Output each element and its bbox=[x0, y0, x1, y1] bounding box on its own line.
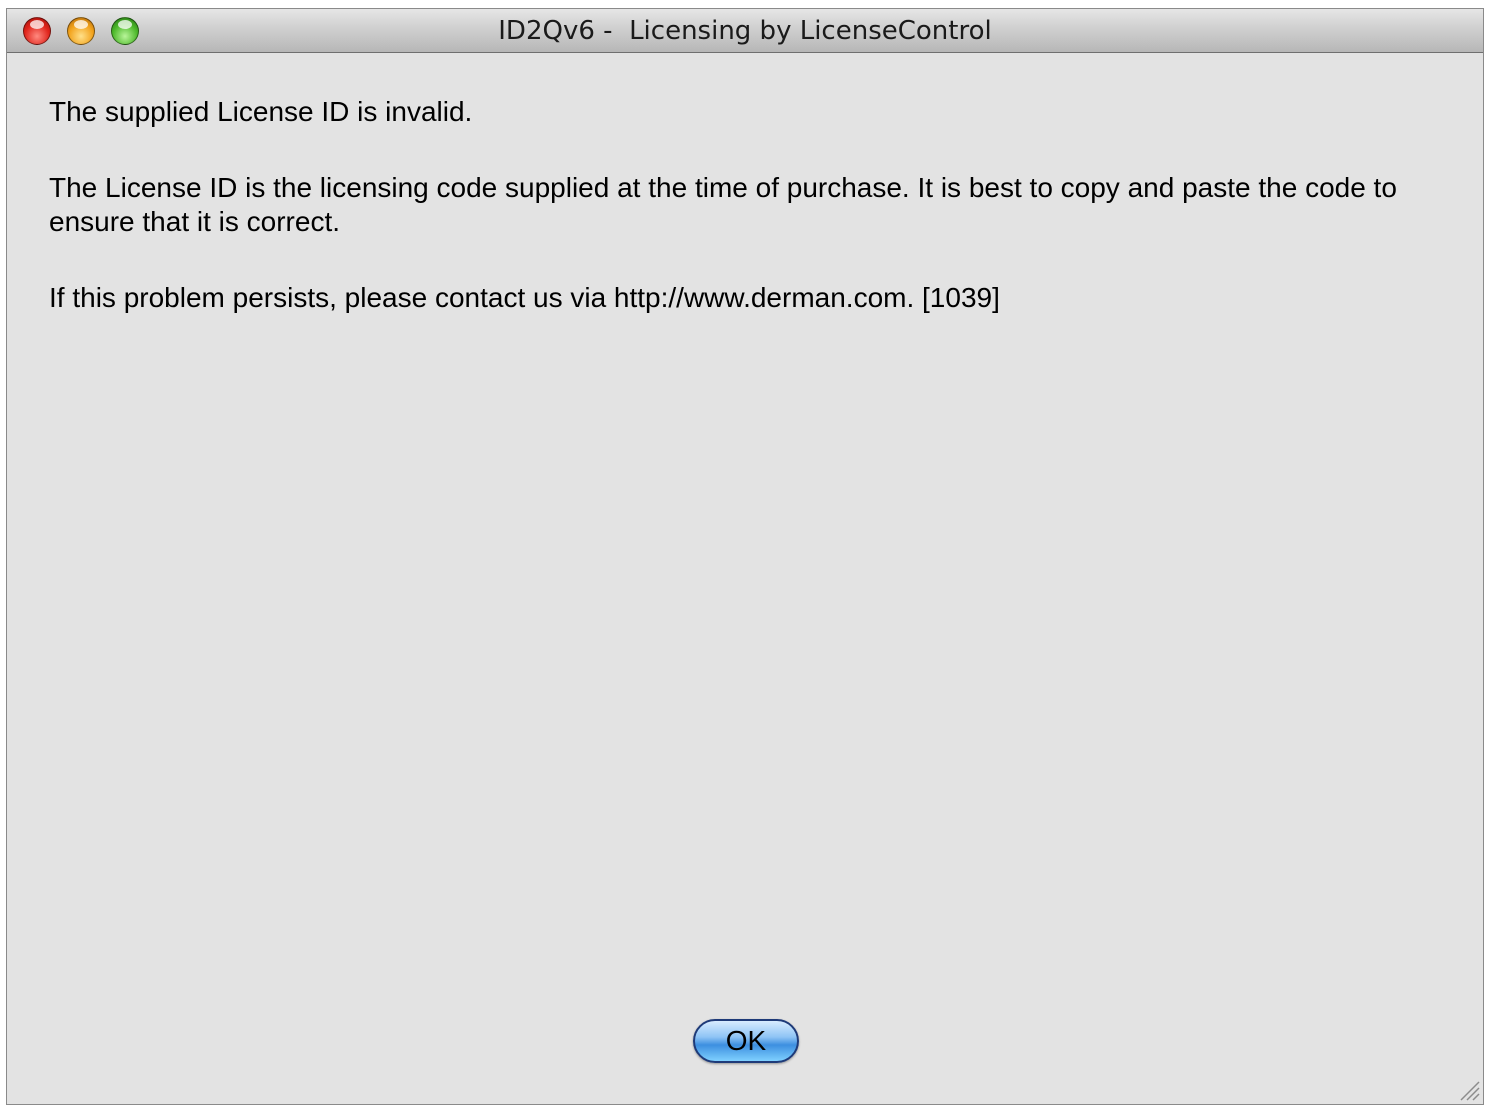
resize-grip-icon[interactable] bbox=[1457, 1078, 1481, 1102]
message-area: The supplied License ID is invalid. The … bbox=[49, 95, 1429, 357]
error-message-contact: If this problem persists, please contact… bbox=[49, 282, 1000, 313]
ok-button[interactable]: OK bbox=[693, 1019, 799, 1063]
error-message-detail: The License ID is the licensing code sup… bbox=[49, 172, 1397, 237]
error-message-summary: The supplied License ID is invalid. bbox=[49, 96, 473, 127]
title-bar[interactable]: ID2Qv6 - Licensing by LicenseControl bbox=[7, 9, 1483, 53]
window-title: ID2Qv6 - Licensing by LicenseControl bbox=[498, 16, 992, 46]
dialog-window: ID2Qv6 - Licensing by LicenseControl The… bbox=[6, 8, 1484, 1105]
